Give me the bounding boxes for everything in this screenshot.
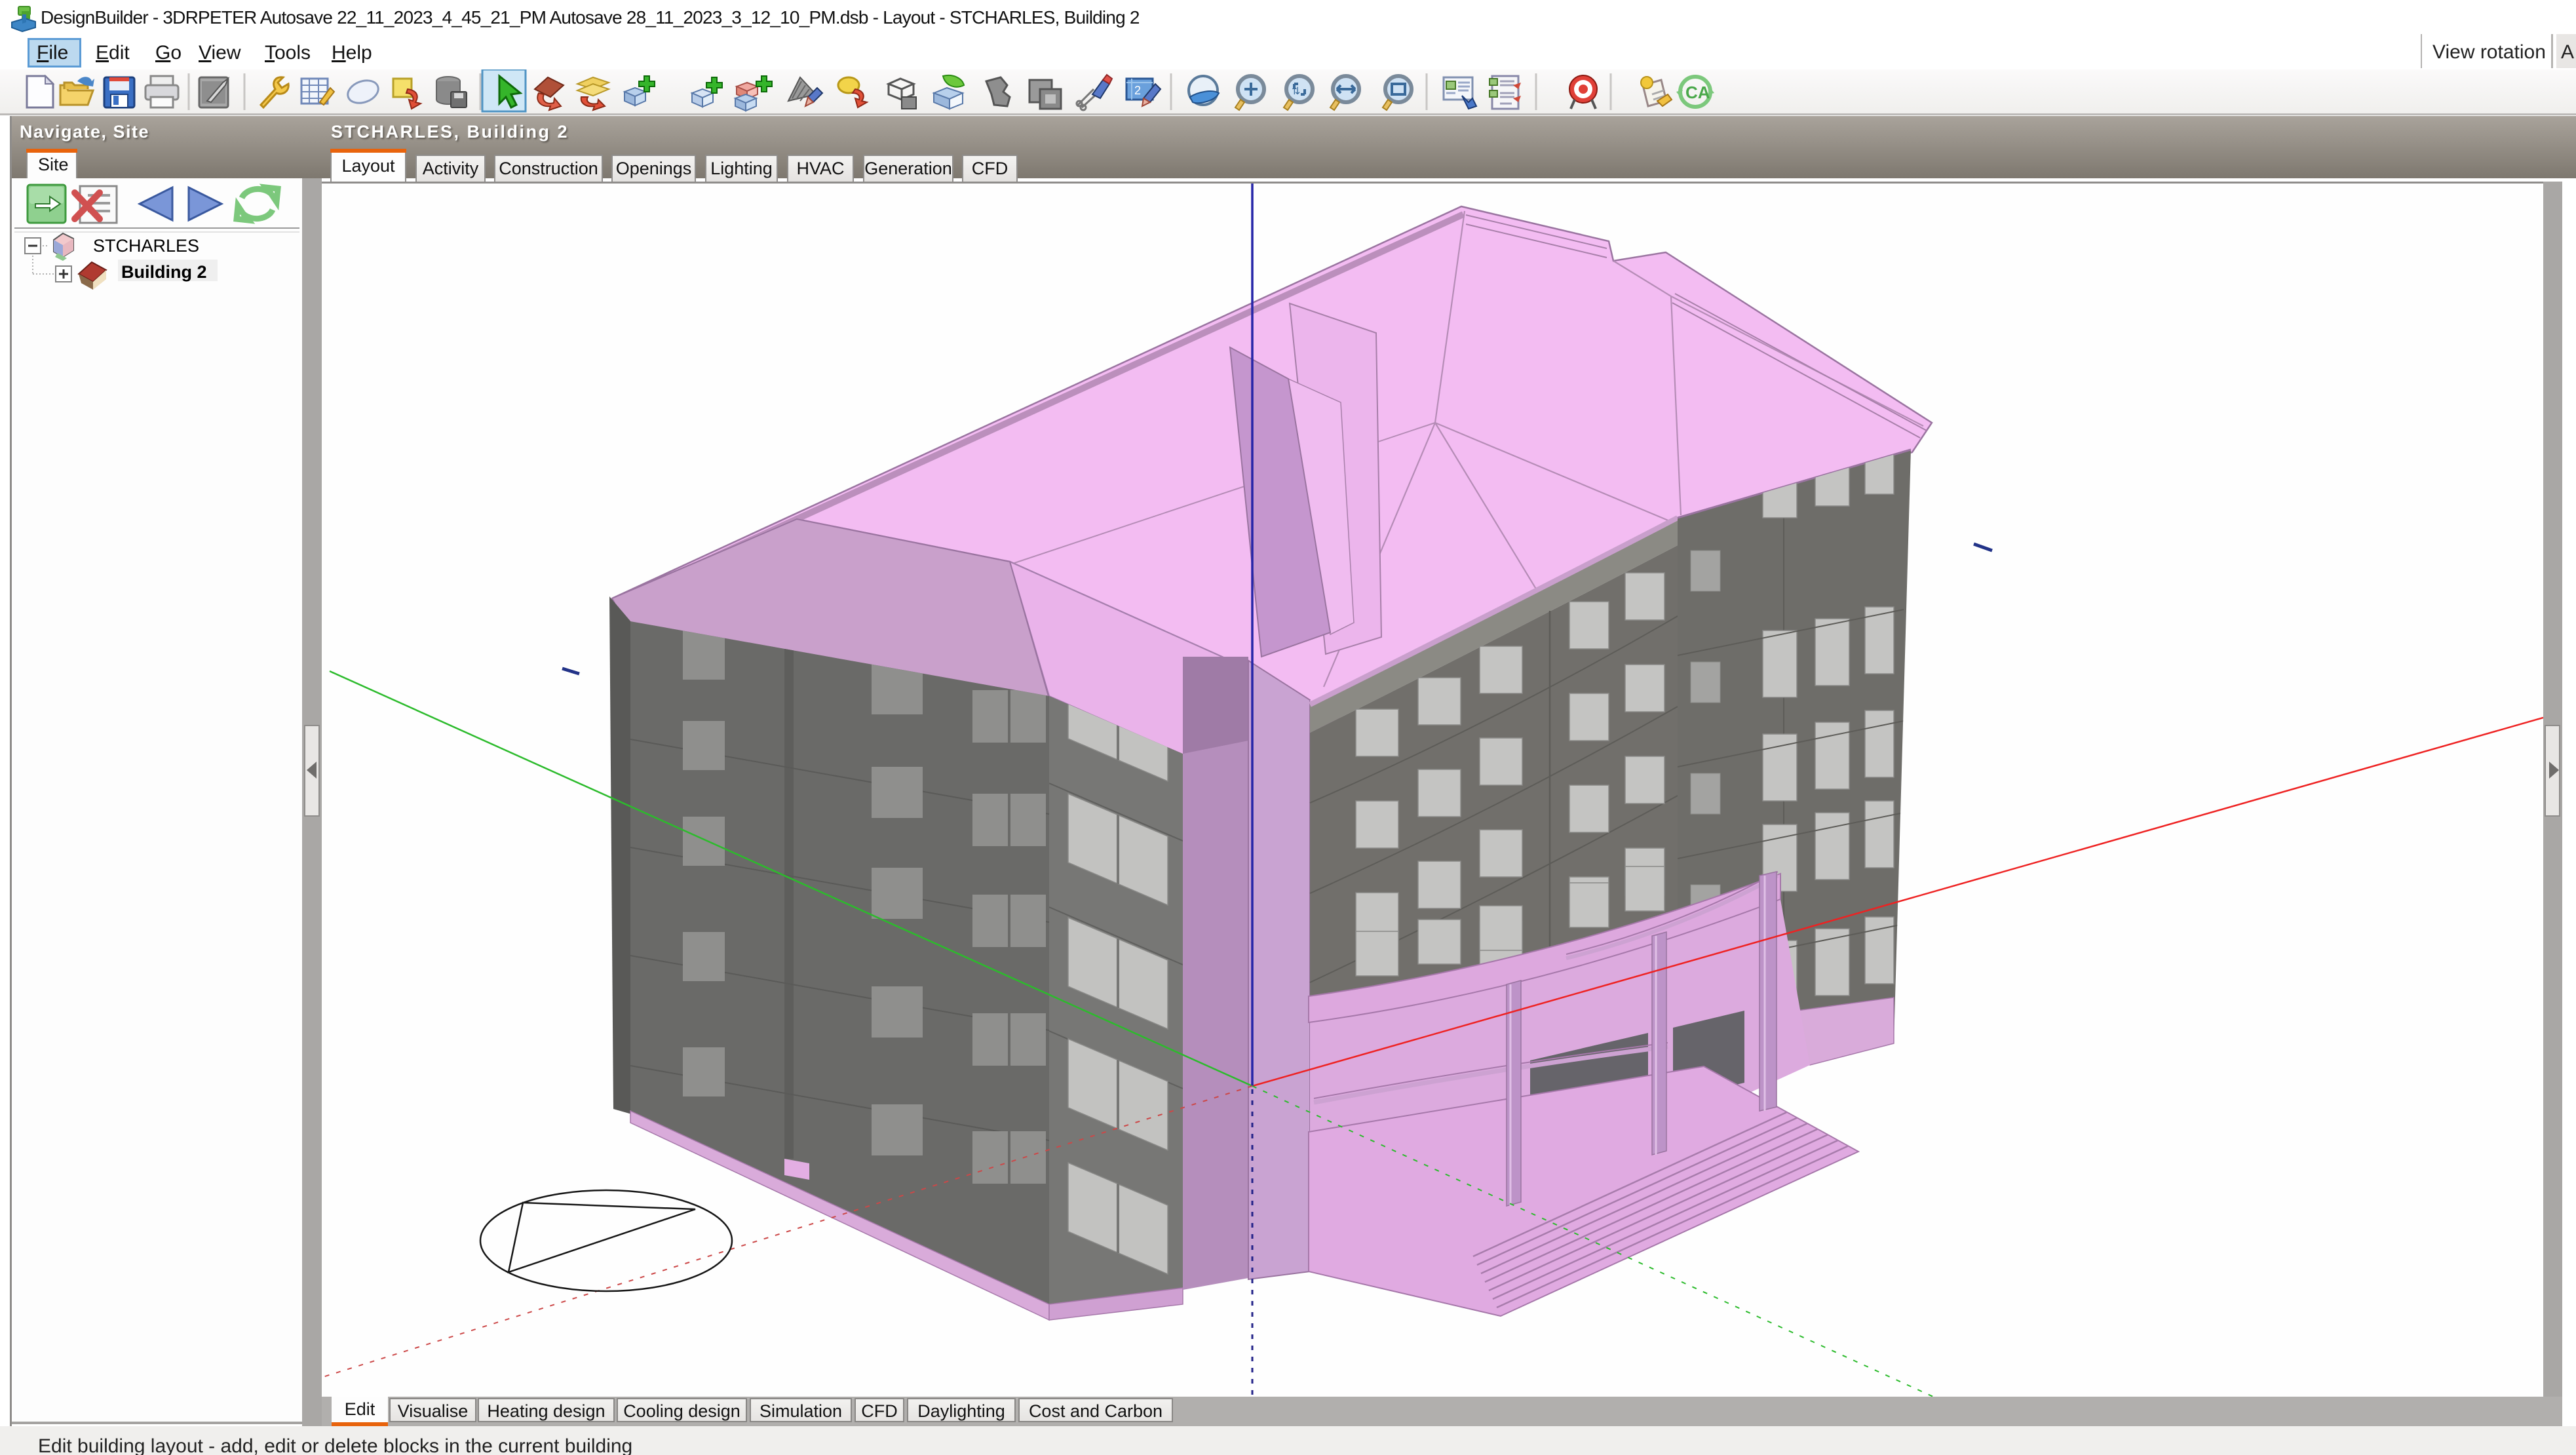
svg-text:⇅: ⇅ [1292,86,1300,97]
svg-text:Building 2: Building 2 [121,262,207,282]
svg-text:STCHARLES: STCHARLES [93,236,199,256]
svg-text:CA: CA [1685,83,1710,102]
svg-text:2: 2 [1134,84,1141,97]
